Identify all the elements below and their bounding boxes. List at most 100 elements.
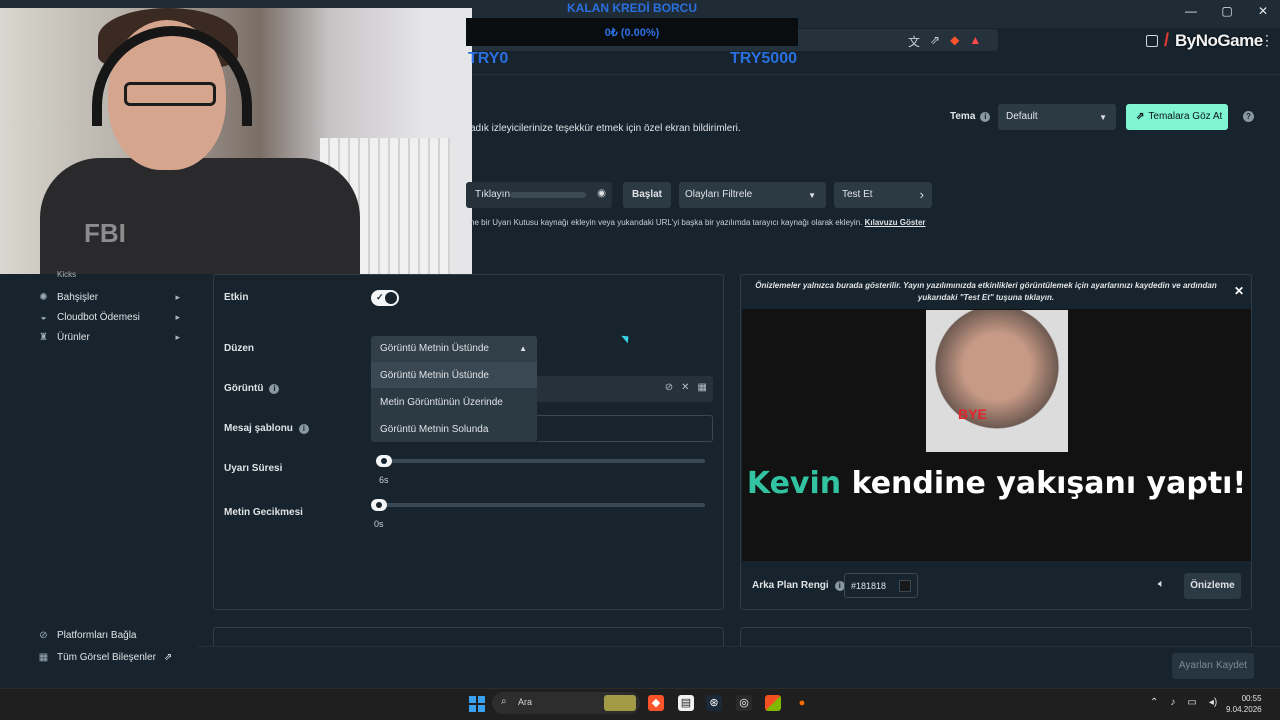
volume-icon[interactable]: ◂): [1209, 697, 1217, 708]
sidebar-item-kicks[interactable]: Kicks: [57, 270, 76, 279]
brave-shield-icon[interactable]: ◆: [950, 33, 959, 50]
minimize-button[interactable]: —: [1184, 4, 1198, 18]
duration-value: 6s: [379, 475, 389, 485]
preview-button[interactable]: Önizleme: [1184, 573, 1241, 599]
steam-icon[interactable]: ⊛: [706, 695, 722, 711]
delay-value: 0s: [374, 519, 384, 529]
duration-label: Uyarı Süresi: [224, 463, 283, 474]
alert-image: BYE: [926, 310, 1068, 452]
search-icon: ⌕: [501, 696, 507, 707]
eye-icon[interactable]: ◉: [597, 188, 606, 199]
next-panel: [213, 627, 724, 647]
duration-slider[interactable]: [376, 455, 705, 467]
all-widgets-link[interactable]: ▦ Tüm Görsel Bileşenler ⇗: [38, 652, 180, 663]
layout-option[interactable]: Metin Görüntünün Üzerinde: [371, 389, 537, 415]
header-divider: [466, 74, 1280, 75]
microphone-icon[interactable]: ♪: [1170, 697, 1175, 708]
delay-slider[interactable]: [371, 499, 705, 511]
alert-text: kendine yakışanı yaptı!: [841, 466, 1247, 501]
image-field[interactable]: ⊘ ✕ ▦: [537, 376, 713, 402]
enabled-toggle[interactable]: ✓: [371, 290, 399, 306]
sidebar-toggle-icon[interactable]: [1146, 34, 1158, 47]
windows-start-icon[interactable]: [469, 696, 485, 712]
sidebar-item-tips[interactable]: ✺ Bahşişler ▸: [38, 292, 180, 303]
chevron-up-icon[interactable]: ⌃: [1150, 697, 1158, 708]
layout-option[interactable]: Görüntü Metnin Üstünde: [371, 362, 537, 388]
system-tray: ⌃ ♪ ▭ ◂): [1150, 697, 1217, 708]
link-icon[interactable]: ⊘: [665, 382, 673, 393]
enabled-label: Etkin: [224, 292, 249, 303]
check-icon: ✓: [376, 292, 384, 302]
shirt-icon: ♜: [39, 332, 48, 343]
logo-mark-icon: /: [1164, 30, 1170, 50]
more-vert-icon[interactable]: ⋮: [1260, 32, 1274, 49]
color-swatch[interactable]: [899, 580, 911, 592]
save-settings-button[interactable]: Ayarları Kaydet: [1172, 653, 1254, 679]
slider-thumb[interactable]: [371, 499, 387, 511]
close-icon[interactable]: ✕: [1234, 284, 1244, 298]
brave-rewards-icon[interactable]: ▲: [969, 33, 981, 50]
template-input[interactable]: [537, 415, 713, 442]
share-icon[interactable]: ⇗: [930, 33, 940, 50]
test-button[interactable]: Test Et ›: [834, 182, 932, 208]
template-label: Mesaj şablonu i: [224, 423, 309, 434]
alert-name: Kevin: [746, 466, 842, 501]
store-icon[interactable]: [765, 695, 781, 711]
theme-select[interactable]: Default ▼: [998, 104, 1116, 130]
translate-icon[interactable]: 文: [908, 33, 920, 50]
start-button[interactable]: Başlat: [623, 182, 671, 208]
speaker-icon[interactable]: 🔈︎: [1158, 578, 1165, 591]
chevron-right-icon: ▸: [175, 312, 180, 322]
chevron-up-icon: ▲: [519, 344, 527, 353]
event-filter-select[interactable]: Olayları Filtrele ▼: [679, 182, 826, 208]
slider-thumb[interactable]: [376, 455, 392, 467]
brave-browser-icon[interactable]: ◆: [648, 695, 664, 711]
close-icon[interactable]: ✕: [681, 382, 689, 393]
taskbar-search[interactable]: ⌕ Ara: [492, 692, 640, 714]
clock[interactable]: 00:55 9.04.2026: [1226, 693, 1262, 715]
search-highlight-icon: [604, 695, 636, 711]
page-description: adık izleyicilerinize teşekkür etmek içi…: [470, 123, 741, 134]
hidden-url: [510, 192, 586, 198]
microphone-icon[interactable]: ●: [794, 695, 810, 711]
chevron-right-icon: ›: [919, 187, 924, 202]
chevron-right-icon: ▸: [175, 292, 180, 302]
help-icon[interactable]: ?: [1243, 111, 1254, 122]
gallery-icon[interactable]: ▦: [698, 382, 707, 393]
connect-platforms-link[interactable]: ⊘ Platformları Bağla: [38, 630, 180, 641]
window-controls: — ▢ ✕: [1184, 4, 1270, 18]
theme-label: Tema i: [950, 111, 991, 122]
brand-name: ByNoGame: [1175, 30, 1263, 50]
sidebar-item-cloudbot[interactable]: ◒ Cloudbot Ödemesi ▸: [38, 312, 180, 323]
footer-bar: [198, 646, 1280, 686]
credit-progress-text: 0₺ (0.00%): [604, 27, 660, 39]
layout-select[interactable]: Görüntü Metnin Üstünde ▲: [371, 336, 537, 362]
browse-themes-button[interactable]: ⇗ Temalara Göz At: [1126, 104, 1228, 130]
app-icon[interactable]: ◎: [736, 695, 752, 711]
chevron-down-icon: ▼: [1099, 113, 1107, 122]
preview-note: Önizlemeler yalnızca burada gösterilir. …: [755, 281, 1217, 302]
maximize-button[interactable]: ▢: [1220, 4, 1234, 18]
widget-url-field[interactable]: Tıklayın ◉: [466, 182, 612, 208]
info-icon[interactable]: i: [298, 423, 309, 434]
file-explorer-icon[interactable]: ▤: [678, 695, 694, 711]
info-icon[interactable]: i: [980, 111, 991, 122]
brand-logo: / ByNoGame: [1146, 30, 1263, 51]
credit-max: TRY5000: [730, 50, 797, 67]
show-guide-link[interactable]: Kılavuzu Göster: [865, 218, 926, 227]
sidebar-item-products[interactable]: ♜ Ürünler ▸: [38, 332, 180, 343]
credit-progress-bar: 0₺ (0.00%): [466, 18, 798, 46]
layout-option[interactable]: Görüntü Metnin Solunda: [371, 416, 537, 442]
next-panel: [740, 627, 1252, 647]
bg-color-input[interactable]: #181818: [844, 573, 918, 598]
chevron-down-icon: ▼: [808, 191, 816, 200]
image-label: Görüntü i: [224, 383, 280, 394]
external-link-icon: ⇗: [163, 652, 173, 663]
link-icon: ⊘: [39, 630, 48, 641]
display-icon[interactable]: ▭: [1187, 697, 1196, 708]
close-window-button[interactable]: ✕: [1256, 4, 1270, 18]
coins-icon: ✺: [39, 292, 48, 303]
layout-dropdown: Görüntü Metnin Üstünde Metin Görüntünün …: [371, 362, 537, 442]
info-icon[interactable]: i: [269, 383, 280, 394]
external-link-icon: ⇗: [1136, 111, 1145, 122]
